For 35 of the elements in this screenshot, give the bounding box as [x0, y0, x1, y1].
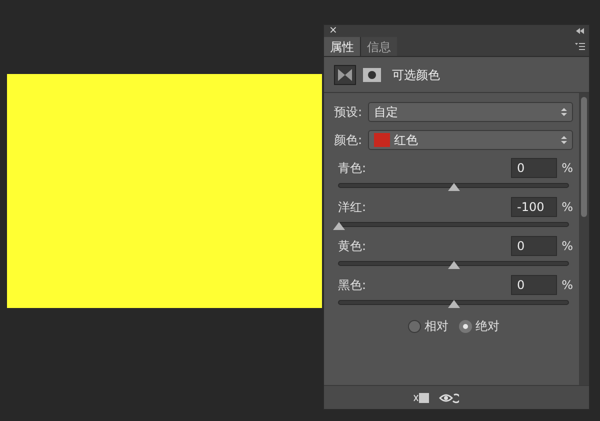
scrollbar[interactable] [579, 93, 589, 385]
adjustment-icon [334, 64, 356, 84]
dropdown[interactable]: 红色 [368, 130, 573, 150]
slider-thumb[interactable] [448, 183, 460, 191]
value-field[interactable]: 0 [511, 158, 557, 178]
field-label: 预设: [334, 104, 364, 121]
panel-tab[interactable]: 属性 [324, 37, 360, 56]
eye-icon[interactable] [439, 392, 459, 404]
value-field[interactable]: -100 [511, 197, 557, 217]
channel-label: 黑色: [337, 277, 368, 294]
percent-sign: % [560, 160, 573, 177]
percent-sign: % [560, 199, 573, 216]
stepper-icon [561, 107, 567, 117]
adjustment-title: 可选颜色 [392, 66, 440, 84]
channel-label: 洋红: [337, 199, 368, 216]
channel-label: 青色: [337, 160, 368, 177]
menu-icon[interactable] [575, 43, 585, 50]
slider-thumb[interactable] [333, 222, 345, 230]
radio-option[interactable]: 绝对 [458, 317, 500, 335]
close-button[interactable]: × [329, 26, 338, 36]
panel-tab[interactable]: 信息 [360, 37, 397, 56]
stepper-icon [561, 135, 567, 145]
mask-icon [362, 66, 382, 82]
slider-thumb[interactable] [448, 261, 460, 269]
value-field[interactable]: 0 [511, 236, 557, 256]
collapse-icon[interactable] [576, 28, 584, 34]
field-label: 颜色: [334, 132, 364, 149]
radio-option[interactable]: 相对 [408, 317, 448, 335]
value-field[interactable]: 0 [511, 275, 557, 295]
clip-layer-icon[interactable] [413, 392, 429, 404]
percent-sign: % [560, 238, 573, 255]
percent-sign: % [560, 277, 573, 294]
dropdown[interactable]: 自定 [368, 102, 573, 122]
channel-label: 黄色: [337, 238, 368, 255]
slider-thumb[interactable] [448, 300, 460, 308]
